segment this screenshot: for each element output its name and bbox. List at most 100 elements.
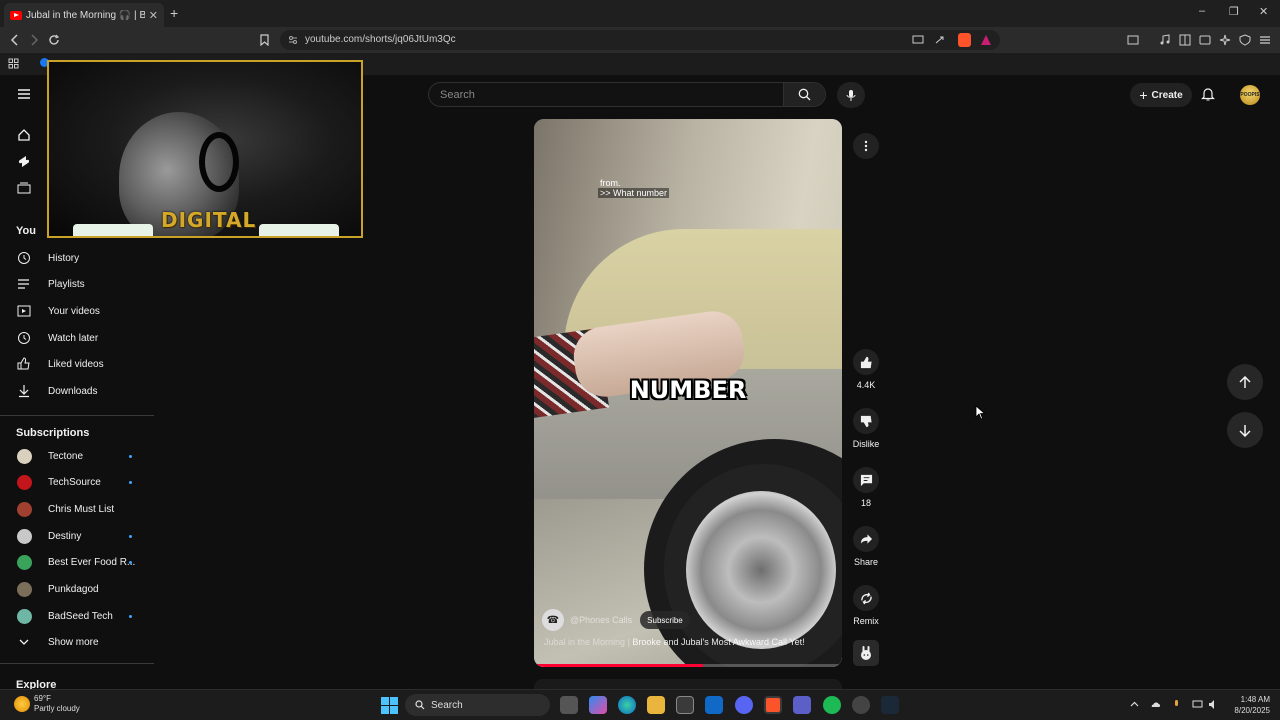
menu-icon[interactable] [1259, 34, 1271, 46]
back-icon[interactable] [9, 34, 21, 46]
chevron-up-icon[interactable] [1129, 699, 1140, 710]
playback-progress-bar[interactable] [534, 664, 842, 667]
dislike-button[interactable] [853, 408, 879, 434]
file-explorer-icon[interactable] [647, 696, 665, 714]
search-button[interactable] [783, 83, 825, 106]
subscriptions-icon[interactable] [17, 182, 31, 194]
copilot-icon[interactable] [589, 696, 607, 714]
bookmark-icon[interactable] [259, 34, 270, 46]
like-button[interactable] [853, 349, 879, 375]
url-text[interactable]: youtube.com/shorts/jq06JtUm3Qc [305, 34, 456, 45]
short-more-options-button[interactable] [853, 133, 879, 159]
chatgpt-icon[interactable] [852, 696, 870, 714]
reading-list-icon[interactable] [1179, 34, 1191, 46]
history-icon [18, 252, 30, 264]
channel-avatar [17, 475, 32, 490]
close-window-button[interactable]: ✕ [1259, 5, 1268, 18]
weather-widget[interactable]: 69°F Partly cloudy [14, 694, 80, 714]
new-content-dot [129, 481, 132, 484]
subscription-item-destiny[interactable]: Destiny [0, 523, 155, 549]
shorts-video-player[interactable]: from. >> What number NUMBER ☎ @Phones Ca… [534, 119, 842, 667]
subscription-item-tectone[interactable]: Tectone [0, 443, 155, 469]
sound-thumbnail[interactable] [853, 640, 879, 666]
sidebar-item-watch-later[interactable]: Watch later [0, 325, 155, 351]
sidebar-item-liked-videos[interactable]: Liked videos [0, 351, 155, 377]
sidebar-item-your-videos[interactable]: Your videos [0, 298, 155, 324]
tab-close-icon[interactable]: ✕ [149, 9, 158, 22]
subscription-label: Best Ever Food R... [48, 557, 136, 568]
brave-shields-icon[interactable] [958, 33, 971, 47]
apps-grid-icon[interactable] [8, 58, 19, 69]
overlay-bar [73, 224, 153, 236]
maximize-button[interactable]: ❐ [1229, 5, 1239, 18]
notifications-bell-icon[interactable] [1201, 87, 1215, 102]
steam-icon[interactable] [881, 696, 899, 714]
account-avatar[interactable]: POOPIS [1240, 85, 1260, 105]
reload-icon[interactable] [48, 34, 60, 46]
comments-button[interactable] [853, 467, 879, 493]
minimize-button[interactable]: – [1199, 5, 1205, 17]
windows-start-icon[interactable] [381, 697, 398, 714]
new-tab-button[interactable]: + [170, 5, 178, 21]
spotify-icon[interactable] [823, 696, 841, 714]
remix-button[interactable] [853, 585, 879, 611]
next-short-button[interactable] [1227, 412, 1263, 448]
taskbar-search-box[interactable]: Search [405, 694, 550, 716]
leo-ai-icon[interactable] [1219, 34, 1231, 46]
you-section-title[interactable]: You [16, 225, 36, 237]
sidebar-toggle-icon[interactable] [1127, 34, 1139, 46]
thumbs-down-icon [860, 415, 872, 427]
arrow-down-icon [1239, 424, 1251, 437]
music-icon[interactable] [1159, 34, 1171, 46]
volume-icon[interactable] [1208, 699, 1219, 710]
sidebar-item-history[interactable]: History [0, 245, 155, 271]
create-button[interactable]: + Create [1130, 83, 1192, 107]
subscription-item-best-ever-food-review[interactable]: Best Ever Food R... [0, 549, 155, 575]
url-field[interactable]: youtube.com/shorts/jq06JtUm3Qc [280, 30, 1000, 50]
task-view-icon[interactable] [560, 696, 578, 714]
brave-browser-icon[interactable] [764, 696, 782, 714]
subscription-item-chris-must-list[interactable]: Chris Must List [0, 496, 155, 522]
browser-tab[interactable]: Jubal in the Morning 🎧 | Br... ✕ [4, 3, 164, 27]
vpn-icon[interactable] [1239, 34, 1251, 46]
subscription-item-punkdagod[interactable]: Punkdagod [0, 576, 155, 602]
outlook-icon[interactable] [705, 696, 723, 714]
shorts-icon[interactable] [17, 155, 31, 169]
brave-rewards-icon[interactable] [980, 34, 992, 46]
microsoft-store-icon[interactable] [676, 696, 694, 714]
discord-icon[interactable] [735, 696, 753, 714]
short-title[interactable]: Jubal in the Morning | Brooke and Jubal'… [544, 637, 805, 647]
microphone-tray-icon[interactable] [1171, 699, 1182, 710]
search-icon [798, 88, 811, 101]
taskbar-clock[interactable]: 1:48 AM 8/20/2025 [1222, 694, 1270, 716]
share-page-icon[interactable] [934, 35, 946, 45]
new-content-dot [129, 455, 132, 458]
show-more-button[interactable]: Show more [0, 629, 155, 655]
arrow-up-icon [1239, 375, 1251, 388]
short-channel-row: ☎ @Phones Calls Subscribe [542, 609, 690, 631]
wallet-icon[interactable] [1199, 34, 1211, 46]
voice-search-button[interactable] [837, 82, 865, 108]
edge-icon[interactable] [618, 696, 636, 714]
forward-icon[interactable] [28, 34, 40, 46]
cast-icon[interactable] [912, 35, 924, 45]
network-icon[interactable] [1192, 699, 1203, 710]
subscription-item-badseed-tech[interactable]: BadSeed Tech [0, 603, 155, 629]
address-bar-row: youtube.com/shorts/jq06JtUm3Qc [0, 27, 1280, 53]
subscribe-button[interactable]: Subscribe [640, 611, 690, 629]
short-channel-handle[interactable]: @Phones Calls [570, 615, 632, 625]
search-input[interactable] [429, 83, 785, 106]
teams-icon[interactable] [793, 696, 811, 714]
previous-short-button[interactable] [1227, 364, 1263, 400]
sidebar-item-downloads[interactable]: Downloads [0, 378, 155, 404]
clock-time: 1:48 AM [1240, 695, 1270, 704]
subscription-item-techsource[interactable]: TechSource [0, 469, 155, 495]
onedrive-cloud-icon[interactable] [1150, 699, 1161, 710]
sidebar-item-playlists[interactable]: Playlists [0, 271, 155, 297]
hamburger-menu-icon[interactable] [17, 88, 31, 100]
home-icon[interactable] [17, 128, 31, 142]
site-info-icon[interactable] [288, 35, 298, 45]
short-channel-avatar[interactable]: ☎ [542, 609, 564, 631]
create-label: Create [1151, 89, 1183, 101]
share-button[interactable] [853, 526, 879, 552]
